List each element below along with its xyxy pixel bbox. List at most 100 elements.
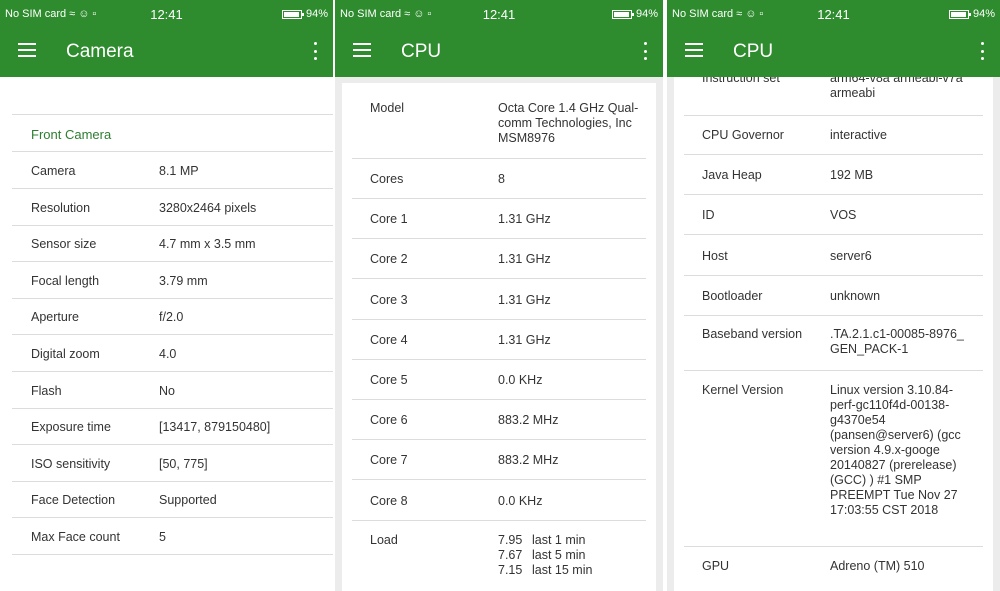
kernel-line: (pansen@server6) (gcc: [830, 428, 961, 442]
row-label: Kernel Version: [702, 383, 784, 397]
row-value: 883.2 MHz: [498, 413, 559, 428]
row-value: 0.0 KHz: [498, 493, 543, 508]
row-value: 1.31 GHz: [498, 212, 551, 227]
row-value: interactive: [830, 128, 887, 142]
value-line: arm64-v8a armeabi-v7a: [830, 77, 963, 85]
row-value: No: [159, 383, 175, 398]
row-label: Sensor size: [31, 237, 97, 252]
system-list[interactable]: Instruction set arm64-v8a armeabi-v7a ar…: [667, 77, 1000, 591]
row-value: 883.2 MHz: [498, 453, 559, 468]
row-value: server6: [830, 248, 872, 263]
model-line: comm Technologies, Inc: [498, 116, 632, 130]
cpu-screen-scrolled: No SIM card ≈ ☺ ▫ 12:41 94% CPU Instruction…: [667, 0, 1000, 591]
value-line: armeabi: [830, 86, 876, 100]
load-line: 7.95 last 1 min: [498, 533, 592, 548]
overflow-menu-icon[interactable]: [313, 42, 317, 60]
overflow-menu-icon[interactable]: [643, 42, 647, 60]
kernel-line: Linux version 3.10.84-: [830, 383, 953, 397]
page-title: CPU: [733, 41, 774, 62]
kernel-line: 17:03:55 CST 2018: [830, 503, 939, 517]
hamburger-menu-icon[interactable]: [18, 43, 36, 57]
row-label: Core 3: [370, 292, 408, 307]
kernel-line: perf-gc110f4d-00138-: [830, 398, 950, 412]
overflow-menu-icon[interactable]: [980, 42, 984, 60]
row-value: 3280x2464 pixels: [159, 200, 257, 215]
row-label: Resolution: [31, 200, 91, 215]
row-value: [50, 775]: [159, 456, 208, 471]
kernel-line: version 4.9.x-googe: [830, 443, 940, 457]
battery-percent: 94%: [635, 8, 658, 20]
row-label: ISO sensitivity: [31, 456, 111, 471]
row-value: arm64-v8a armeabi-v7a armeabi: [830, 77, 963, 101]
row-value: 7.95 last 1 min 7.67 last 5 min 7.15 last 1…: [498, 533, 592, 578]
row-value: Supported: [159, 493, 217, 508]
load-period: last 1 min: [532, 533, 586, 547]
page-title: CPU: [401, 41, 442, 62]
camera-screen: No SIM card ≈ ☺ ▫ 12:41 94% Camera Front Ca…: [0, 0, 333, 591]
hamburger-menu-icon[interactable]: [685, 43, 703, 57]
row-value: Adreno (TM) 510: [830, 559, 925, 573]
load-period: last 5 min: [532, 548, 586, 562]
row-label: Baseband version: [702, 327, 803, 341]
app-bar: Camera: [0, 27, 333, 77]
app-bar: CPU: [667, 27, 1000, 77]
load-value: 7.15: [498, 563, 523, 577]
row-value: f/2.0: [159, 310, 184, 325]
kernel-line: 20140827 (prerelease): [830, 458, 957, 472]
cpu-card: Model Octa Core 1.4 GHz Qual- comm Techn…: [342, 83, 656, 591]
section-title-front-camera: Front Camera: [31, 127, 112, 142]
load-line: 7.15 last 15 min: [498, 563, 592, 578]
status-bar: No SIM card ≈ ☺ ▫ 12:41 94%: [667, 0, 1000, 27]
row-label: Core 4: [370, 332, 408, 347]
kernel-line: PREEMPT Tue Nov 27: [830, 488, 958, 502]
value-line: .TA.2.1.c1-00085-8976_: [830, 327, 964, 341]
row-value: .TA.2.1.c1-00085-8976_ GEN_PACK-1: [830, 327, 964, 357]
row-label: Host: [702, 248, 728, 263]
load-value: 7.67: [498, 548, 523, 562]
row-label: Load: [370, 533, 398, 547]
row-label: CPU Governor: [702, 128, 784, 142]
battery-percent: 94%: [305, 8, 328, 20]
row-value: 4.0: [159, 347, 177, 361]
status-bar: No SIM card ≈ ☺ ▫ 12:41 94%: [0, 0, 333, 27]
kernel-line: g4370e54: [830, 413, 886, 427]
row-label: Model: [370, 101, 405, 115]
kernel-line: (GCC) ) #1 SMP: [830, 473, 922, 487]
status-bar: No SIM card ≈ ☺ ▫ 12:41 94%: [335, 0, 663, 27]
row-value: 5: [159, 530, 166, 544]
row-value: 192 MB: [830, 168, 874, 183]
row-label: Cores: [370, 172, 404, 186]
hamburger-menu-icon[interactable]: [353, 43, 371, 57]
battery-percent: 94%: [972, 8, 995, 20]
system-card: Instruction set arm64-v8a armeabi-v7a ar…: [674, 77, 993, 591]
row-label: Camera: [31, 164, 76, 178]
row-label: Java Heap: [702, 168, 762, 183]
row-label: Core 7: [370, 453, 408, 468]
row-label: Max Face count: [31, 530, 120, 544]
camera-list[interactable]: Front Camera Camera 8.1 MP Resolution 3280x…: [0, 77, 333, 591]
row-value: 8: [498, 172, 505, 186]
row-label: GPU: [702, 559, 730, 573]
row-label: Exposure time: [31, 420, 111, 435]
row-label: Core 6: [370, 413, 408, 428]
row-value: Octa Core 1.4 GHz Qual- comm Technologie…: [498, 101, 638, 146]
row-value: 1.31 GHz: [498, 332, 551, 347]
load-period: last 15 min: [532, 563, 593, 577]
row-label: Digital zoom: [31, 347, 100, 361]
row-label: Flash: [31, 383, 62, 398]
row-value: unknown: [830, 288, 881, 303]
row-label: Core 5: [370, 373, 408, 387]
row-value: 8.1 MP: [159, 164, 199, 178]
row-value: 0.0 KHz: [498, 373, 543, 387]
model-line: MSM8976: [498, 131, 555, 145]
row-label: ID: [702, 208, 715, 223]
cpu-list[interactable]: Model Octa Core 1.4 GHz Qual- comm Techn…: [335, 77, 663, 591]
battery-icon: [281, 9, 304, 19]
row-value: 1.31 GHz: [498, 252, 551, 267]
row-label: Core 2: [370, 252, 408, 267]
row-label: Core 8: [370, 493, 408, 508]
row-label: Core 1: [370, 212, 408, 227]
battery-icon: [611, 9, 634, 19]
row-value: [13417, 879150480]: [159, 420, 271, 435]
row-value: VOS: [830, 208, 857, 223]
